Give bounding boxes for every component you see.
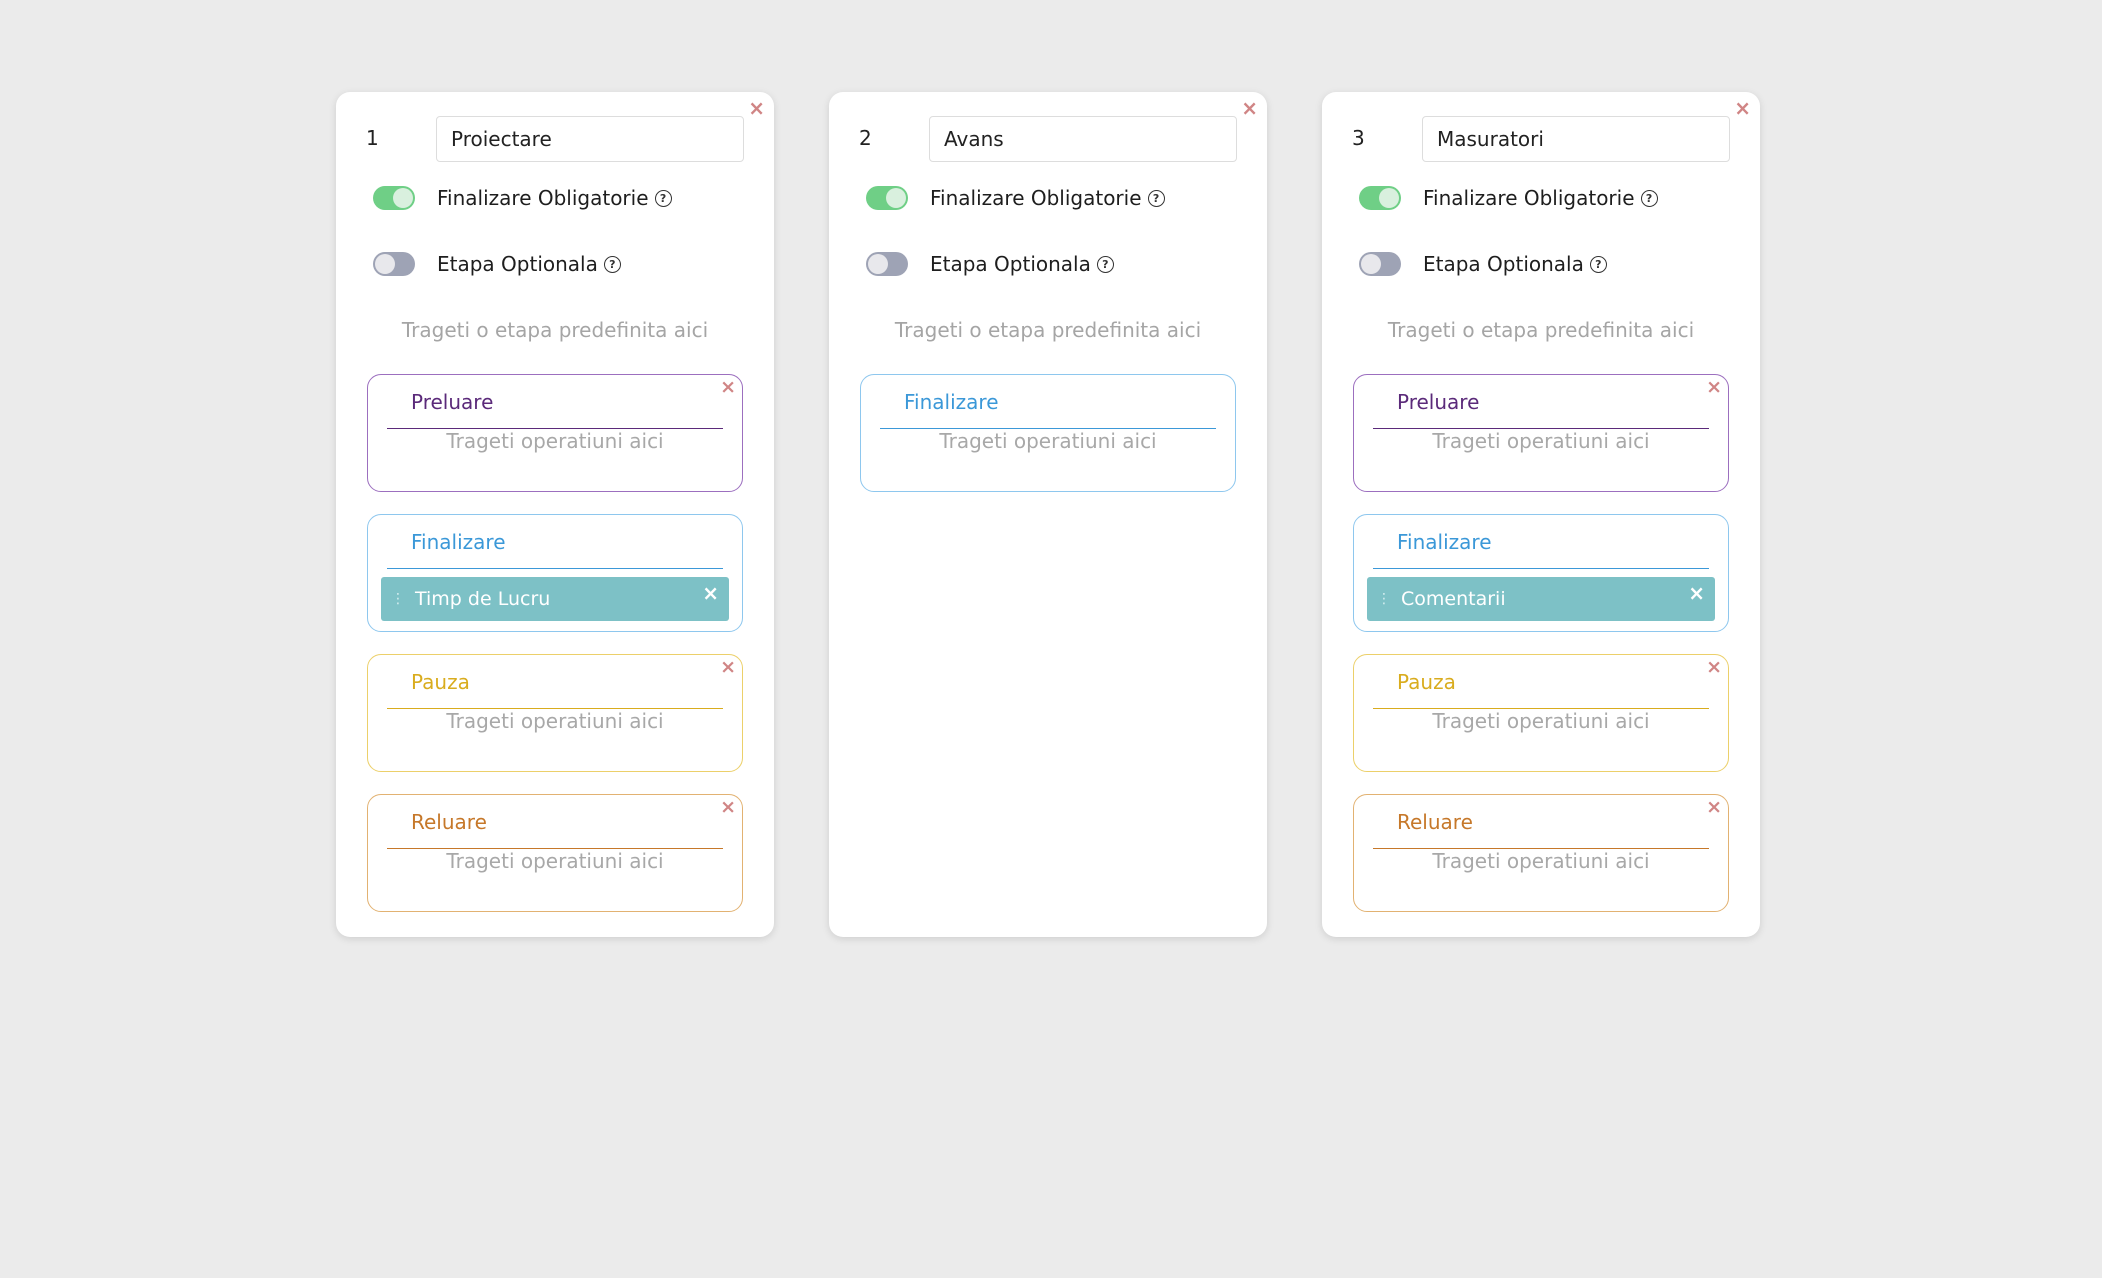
finalizare-obligatorie-row: Finalizare Obligatorie ? — [866, 186, 1165, 210]
remove-operation-close-icon[interactable]: × — [702, 581, 719, 605]
stage-card-2: × 2 Finalizare Obligatorie ? Etapa Optio… — [829, 92, 1267, 937]
etapa-optionala-row: Etapa Optionala ? — [373, 252, 621, 276]
etapa-optionala-label: Etapa Optionala — [1423, 252, 1584, 276]
operation-drop-zone[interactable]: Trageti operatiuni aici — [368, 709, 742, 733]
drag-handle-icon[interactable]: ⋮ — [1377, 591, 1391, 607]
etapa-optionala-row: Etapa Optionala ? — [1359, 252, 1607, 276]
event-box-finalizare: Finalizare Trageti operatiuni aici — [860, 374, 1236, 492]
help-icon[interactable]: ? — [1640, 189, 1658, 207]
event-divider — [387, 568, 723, 569]
help-icon[interactable]: ? — [1589, 255, 1607, 273]
event-title: Preluare — [411, 390, 494, 414]
event-divider — [1373, 568, 1709, 569]
event-title: Preluare — [1397, 390, 1480, 414]
finalizare-obligatorie-toggle[interactable] — [866, 186, 908, 210]
etapa-optionala-toggle[interactable] — [1359, 252, 1401, 276]
stage-drop-zone[interactable]: Trageti o etapa predefinita aici — [829, 318, 1267, 342]
event-box-pauza: × Pauza Trageti operatiuni aici — [367, 654, 743, 772]
operation-drop-zone[interactable]: Trageti operatiuni aici — [1354, 709, 1728, 733]
drag-handle-icon[interactable]: ⋮ — [391, 591, 405, 607]
event-box-reluare: × Reluare Trageti operatiuni aici — [367, 794, 743, 912]
help-icon[interactable]: ? — [603, 255, 621, 273]
help-icon[interactable]: ? — [1147, 189, 1165, 207]
event-box-reluare: × Reluare Trageti operatiuni aici — [1353, 794, 1729, 912]
toggle-knob — [375, 254, 395, 274]
toggle-knob — [393, 188, 413, 208]
remove-event-close-icon[interactable]: × — [720, 657, 736, 678]
toggle-knob — [1379, 188, 1399, 208]
operation-label: Comentarii — [1401, 588, 1506, 610]
operation-drop-zone[interactable]: Trageti operatiuni aici — [861, 429, 1235, 453]
operation-chip[interactable]: ⋮ Timp de Lucru × — [381, 577, 729, 621]
finalizare-obligatorie-label: Finalizare Obligatorie — [1423, 186, 1635, 210]
remove-stage-close-icon[interactable]: × — [1241, 98, 1258, 118]
remove-operation-close-icon[interactable]: × — [1688, 581, 1705, 605]
operation-drop-zone[interactable]: Trageti operatiuni aici — [368, 429, 742, 453]
help-icon[interactable]: ? — [654, 189, 672, 207]
event-box-finalizare: Finalizare ⋮ Timp de Lucru × — [367, 514, 743, 632]
stage-number: 3 — [1352, 126, 1365, 150]
stage-name-input[interactable] — [929, 116, 1237, 162]
event-box-pauza: × Pauza Trageti operatiuni aici — [1353, 654, 1729, 772]
remove-event-close-icon[interactable]: × — [1706, 377, 1722, 398]
remove-stage-close-icon[interactable]: × — [1734, 98, 1751, 118]
stage-card-3: × 3 Finalizare Obligatorie ? Etapa Optio… — [1322, 92, 1760, 937]
etapa-optionala-row: Etapa Optionala ? — [866, 252, 1114, 276]
finalizare-obligatorie-toggle[interactable] — [1359, 186, 1401, 210]
etapa-optionala-label: Etapa Optionala — [437, 252, 598, 276]
finalizare-obligatorie-toggle[interactable] — [373, 186, 415, 210]
remove-event-close-icon[interactable]: × — [1706, 657, 1722, 678]
toggle-knob — [1361, 254, 1381, 274]
stage-card-1: × 1 Finalizare Obligatorie ? Etapa Optio… — [336, 92, 774, 937]
stage-number: 1 — [366, 126, 379, 150]
event-title: Reluare — [411, 810, 487, 834]
event-title: Finalizare — [411, 530, 506, 554]
stage-name-input[interactable] — [1422, 116, 1730, 162]
event-title: Pauza — [411, 670, 470, 694]
event-box-finalizare: Finalizare ⋮ Comentarii × — [1353, 514, 1729, 632]
stages-board: × 1 Finalizare Obligatorie ? Etapa Optio… — [0, 0, 2102, 1278]
finalizare-obligatorie-label: Finalizare Obligatorie — [930, 186, 1142, 210]
help-icon[interactable]: ? — [1096, 255, 1114, 273]
etapa-optionala-toggle[interactable] — [866, 252, 908, 276]
operation-drop-zone[interactable]: Trageti operatiuni aici — [1354, 849, 1728, 873]
event-box-preluare: × Preluare Trageti operatiuni aici — [367, 374, 743, 492]
remove-event-close-icon[interactable]: × — [1706, 797, 1722, 818]
finalizare-obligatorie-row: Finalizare Obligatorie ? — [373, 186, 672, 210]
operation-drop-zone[interactable]: Trageti operatiuni aici — [368, 849, 742, 873]
remove-event-close-icon[interactable]: × — [720, 797, 736, 818]
stage-number: 2 — [859, 126, 872, 150]
finalizare-obligatorie-row: Finalizare Obligatorie ? — [1359, 186, 1658, 210]
etapa-optionala-label: Etapa Optionala — [930, 252, 1091, 276]
stage-drop-zone[interactable]: Trageti o etapa predefinita aici — [336, 318, 774, 342]
event-box-preluare: × Preluare Trageti operatiuni aici — [1353, 374, 1729, 492]
toggle-knob — [886, 188, 906, 208]
etapa-optionala-toggle[interactable] — [373, 252, 415, 276]
event-title: Reluare — [1397, 810, 1473, 834]
operation-label: Timp de Lucru — [415, 588, 551, 610]
remove-stage-close-icon[interactable]: × — [748, 98, 765, 118]
operation-chip[interactable]: ⋮ Comentarii × — [1367, 577, 1715, 621]
event-title: Finalizare — [1397, 530, 1492, 554]
operation-drop-zone[interactable]: Trageti operatiuni aici — [1354, 429, 1728, 453]
stage-drop-zone[interactable]: Trageti o etapa predefinita aici — [1322, 318, 1760, 342]
remove-event-close-icon[interactable]: × — [720, 377, 736, 398]
toggle-knob — [868, 254, 888, 274]
event-title: Pauza — [1397, 670, 1456, 694]
stage-name-input[interactable] — [436, 116, 744, 162]
finalizare-obligatorie-label: Finalizare Obligatorie — [437, 186, 649, 210]
event-title: Finalizare — [904, 390, 999, 414]
